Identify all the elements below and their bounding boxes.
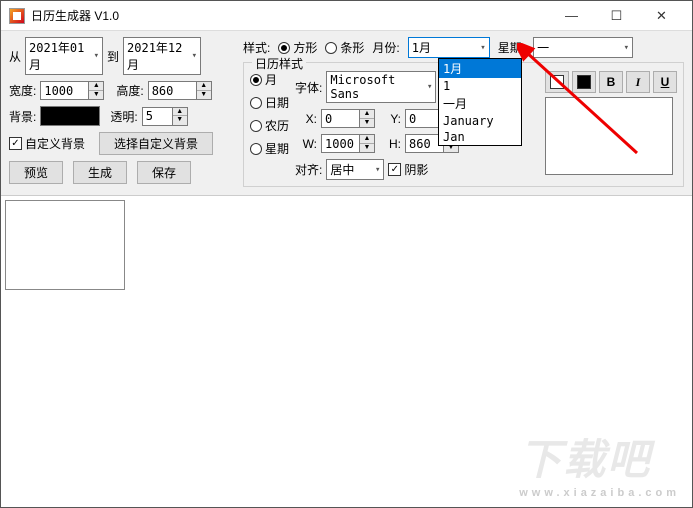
- radio-date[interactable]: 日期: [250, 94, 289, 111]
- opacity-stepper[interactable]: ▲▼: [142, 107, 188, 126]
- window-title: 日历生成器 V1.0: [31, 7, 549, 24]
- close-button[interactable]: ✕: [639, 1, 684, 31]
- chevron-down-icon: ▾: [94, 51, 99, 61]
- custom-bg-label: 自定义背景: [25, 135, 85, 152]
- font-value: Microsoft Sans: [330, 73, 425, 101]
- w-stepper[interactable]: ▲▼: [321, 134, 375, 153]
- spin-buttons[interactable]: ▲▼: [88, 81, 104, 100]
- control-panel: 从 2021年01月▾ 到 2021年12月▾ 宽度: ▲▼ 高度: ▲▼ 背景…: [1, 31, 692, 196]
- watermark-text: 下载吧: [519, 436, 651, 483]
- y-label: Y:: [379, 112, 401, 126]
- choose-bg-button[interactable]: 选择自定义背景: [99, 132, 213, 155]
- chevron-down-icon: ▾: [192, 51, 197, 61]
- bold-button[interactable]: B: [599, 71, 623, 93]
- dropdown-option[interactable]: 1月: [439, 59, 521, 78]
- align-value: 居中: [330, 161, 354, 178]
- from-date-combo[interactable]: 2021年01月▾: [25, 37, 103, 75]
- bg-color-button[interactable]: [572, 71, 596, 93]
- month-combo[interactable]: 1月 ▾: [408, 37, 490, 58]
- radio-lunar[interactable]: 农历: [250, 117, 289, 134]
- width-input[interactable]: [40, 81, 88, 100]
- opacity-input[interactable]: [142, 107, 172, 126]
- element-radios: 月 日期 农历 星期: [250, 67, 289, 180]
- bg-label: 背景:: [9, 108, 36, 125]
- custom-bg-checkbox[interactable]: ✓ 自定义背景: [9, 135, 85, 152]
- watermark: 下载吧 www.xiazaiba.com: [519, 426, 680, 499]
- save-button[interactable]: 保存: [137, 161, 191, 184]
- w-label: W:: [295, 137, 317, 151]
- left-column: 从 2021年01月▾ 到 2021年12月▾ 宽度: ▲▼ 高度: ▲▼ 背景…: [9, 37, 237, 187]
- maximize-button[interactable]: ☐: [594, 1, 639, 31]
- align-label: 对齐:: [295, 161, 322, 178]
- align-combo[interactable]: 居中 ▾: [326, 159, 384, 180]
- titlebar: 日历生成器 V1.0 — ☐ ✕: [1, 1, 692, 31]
- font-label: 字体:: [295, 79, 322, 96]
- radio-icon: [250, 143, 262, 155]
- week-combo[interactable]: 一▾: [533, 37, 633, 58]
- to-date-combo[interactable]: 2021年12月▾: [123, 37, 201, 75]
- x-input[interactable]: [321, 109, 359, 128]
- chevron-down-icon: ▾: [624, 43, 629, 53]
- x-stepper[interactable]: ▲▼: [321, 109, 375, 128]
- month-label: 月份:: [372, 39, 399, 56]
- width-stepper[interactable]: ▲▼: [40, 81, 104, 100]
- bg-color-picker[interactable]: [40, 106, 100, 126]
- radio-week[interactable]: 星期: [250, 140, 289, 157]
- x-label: X:: [295, 112, 317, 126]
- shadow-label: 阴影: [404, 161, 428, 178]
- window-buttons: — ☐ ✕: [549, 1, 684, 31]
- height-stepper[interactable]: ▲▼: [148, 81, 212, 100]
- radio-month[interactable]: 月: [250, 71, 289, 88]
- generate-button[interactable]: 生成: [73, 161, 127, 184]
- radio-icon: [325, 42, 337, 54]
- checkbox-icon: ✓: [9, 137, 22, 150]
- month-value: 1月: [412, 39, 431, 56]
- chevron-down-icon: ▾: [480, 43, 485, 53]
- height-input[interactable]: [148, 81, 196, 100]
- from-date-value: 2021年01月: [29, 39, 92, 73]
- from-label: 从: [9, 48, 21, 65]
- preview-button[interactable]: 预览: [9, 161, 63, 184]
- style-preview-box: [545, 97, 673, 175]
- month-dropdown-list[interactable]: 1月 1 一月 January Jan: [438, 58, 522, 146]
- chevron-down-icon: ▾: [427, 82, 432, 92]
- radio-icon: [250, 120, 262, 132]
- radio-bar[interactable]: 条形: [325, 39, 364, 56]
- calendar-preview: [5, 200, 125, 290]
- minimize-button[interactable]: —: [549, 1, 594, 31]
- style-label: 样式:: [243, 39, 270, 56]
- white-swatch-icon: [550, 75, 564, 89]
- height-label: 高度:: [116, 82, 143, 99]
- to-label: 到: [107, 48, 119, 65]
- fg-color-button[interactable]: [545, 71, 569, 93]
- radio-icon: [250, 74, 262, 86]
- spin-buttons[interactable]: ▲▼: [196, 81, 212, 100]
- to-date-value: 2021年12月: [127, 39, 190, 73]
- week-value: 一: [537, 39, 549, 56]
- w-input[interactable]: [321, 134, 359, 153]
- h-label: H:: [379, 137, 401, 151]
- chevron-down-icon: ▾: [375, 165, 380, 175]
- app-icon: [9, 8, 25, 24]
- radio-icon: [250, 97, 262, 109]
- underline-button[interactable]: U: [653, 71, 677, 93]
- dropdown-option[interactable]: Jan: [439, 129, 521, 145]
- dropdown-option[interactable]: 1: [439, 78, 521, 94]
- width-label: 宽度:: [9, 82, 36, 99]
- radio-square[interactable]: 方形: [278, 39, 317, 56]
- opacity-label: 透明:: [110, 108, 137, 125]
- dropdown-option[interactable]: 一月: [439, 94, 521, 113]
- week-label: 星期:: [498, 39, 525, 56]
- italic-button[interactable]: I: [626, 71, 650, 93]
- spin-buttons[interactable]: ▲▼: [172, 107, 188, 126]
- watermark-url: www.xiazaiba.com: [519, 487, 680, 499]
- group-title: 日历样式: [252, 55, 306, 72]
- black-swatch-icon: [577, 75, 591, 89]
- font-combo[interactable]: Microsoft Sans▾: [326, 71, 436, 103]
- dropdown-option[interactable]: January: [439, 113, 521, 129]
- checkbox-icon: ✓: [388, 163, 401, 176]
- radio-icon: [278, 42, 290, 54]
- shadow-checkbox[interactable]: ✓ 阴影: [388, 161, 428, 178]
